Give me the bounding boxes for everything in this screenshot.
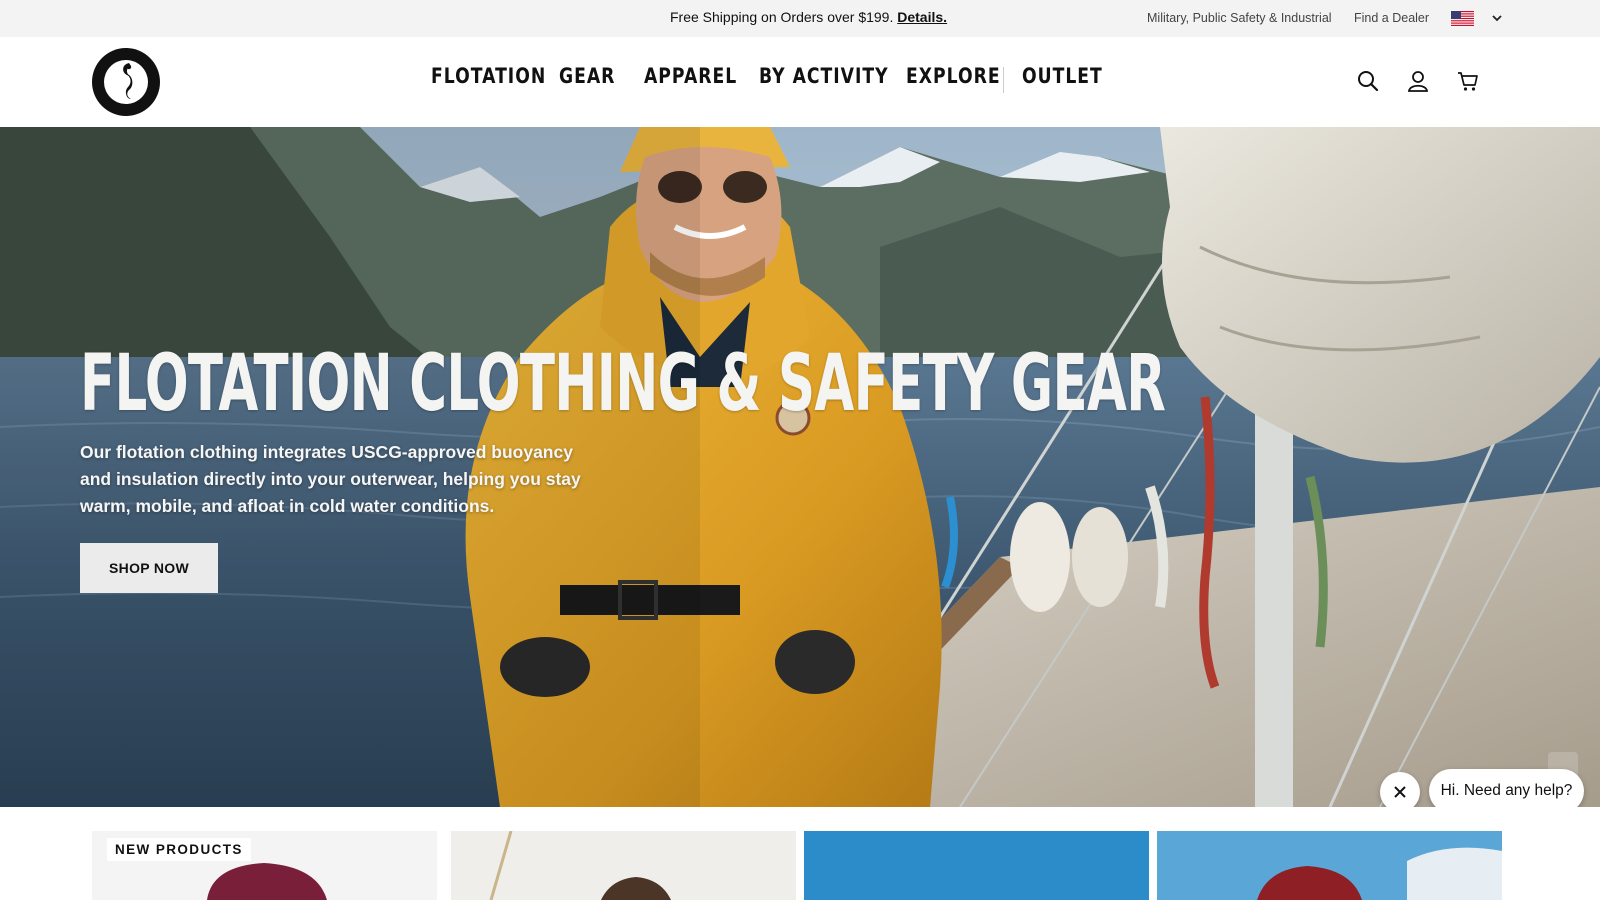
announcement-bar: Free Shipping on Orders over $199. Detai… bbox=[0, 0, 1600, 37]
hero-title: FLOTATION CLOTHING & SAFETY GEAR bbox=[80, 339, 1166, 429]
hero-description: Our flotation clothing integrates USCG-a… bbox=[80, 442, 581, 516]
chevron-down-icon[interactable] bbox=[1491, 12, 1503, 24]
military-public-safety-link[interactable]: Military, Public Safety & Industrial bbox=[1147, 11, 1332, 25]
product-card[interactable] bbox=[1157, 831, 1502, 900]
find-dealer-link[interactable]: Find a Dealer bbox=[1354, 11, 1429, 25]
nav-explore[interactable]: EXPLORE bbox=[906, 64, 1001, 88]
product-image bbox=[1157, 831, 1502, 900]
hero-banner: FLOTATION CLOTHING & SAFETY GEAR Our flo… bbox=[0, 127, 1600, 807]
product-image bbox=[451, 831, 796, 900]
shipping-promo: Free Shipping on Orders over $199. Detai… bbox=[670, 9, 947, 25]
shop-now-button[interactable]: SHOP NOW bbox=[80, 543, 218, 593]
us-flag-icon[interactable] bbox=[1451, 11, 1474, 26]
nav-outlet[interactable]: OUTLET bbox=[1022, 64, 1104, 88]
new-products-label: NEW PRODUCTS bbox=[107, 838, 251, 861]
nav-divider bbox=[1003, 67, 1004, 93]
nav-by-activity[interactable]: BY ACTIVITY bbox=[759, 64, 888, 88]
product-image bbox=[804, 831, 1149, 900]
shipping-promo-text: Free Shipping on Orders over $199. bbox=[670, 9, 894, 25]
cart-icon[interactable] bbox=[1457, 70, 1479, 92]
nav-apparel[interactable]: APPAREL bbox=[644, 64, 738, 88]
search-icon[interactable] bbox=[1357, 70, 1379, 92]
nav-flotation[interactable]: FLOTATION bbox=[431, 64, 545, 88]
product-card[interactable] bbox=[804, 831, 1149, 900]
chat-close-button[interactable] bbox=[1380, 772, 1420, 812]
product-card[interactable] bbox=[451, 831, 796, 900]
main-nav: FLOTATION GEAR APPAREL BY ACTIVITY EXPLO… bbox=[431, 64, 1122, 88]
shipping-details-link[interactable]: Details. bbox=[897, 9, 947, 25]
account-icon[interactable] bbox=[1407, 70, 1429, 92]
chat-greeting-text: Hi. Need any help? bbox=[1440, 782, 1573, 799]
nav-gear[interactable]: GEAR bbox=[559, 64, 629, 88]
site-header: FLOTATION GEAR APPAREL BY ACTIVITY EXPLO… bbox=[0, 37, 1600, 127]
close-icon bbox=[1394, 786, 1406, 798]
mustang-survival-logo[interactable] bbox=[91, 47, 161, 117]
product-carousel: NEW PRODUCTS bbox=[0, 807, 1600, 900]
